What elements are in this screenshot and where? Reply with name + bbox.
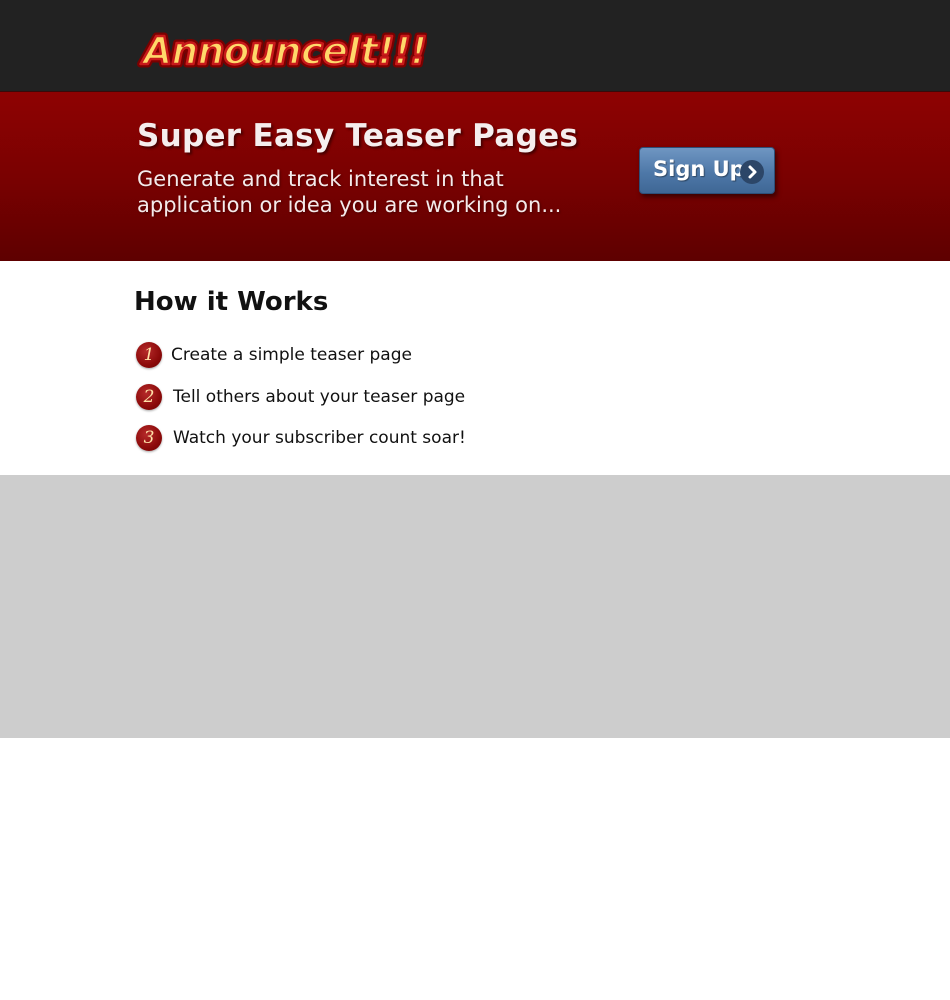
top-bar: AnnounceIt!!! AnnounceIt!!! (0, 0, 950, 92)
step-item: 3 Watch your subscriber count soar! (136, 425, 636, 453)
hero-banner: Super Easy Teaser Pages Generate and tra… (0, 92, 950, 261)
step-item: 2 Tell others about your teaser page (136, 384, 636, 412)
sign-up-button[interactable]: Sign Up (639, 147, 775, 194)
logo-fill: AnnounceIt!!! (140, 29, 426, 72)
sign-up-label: Sign Up (653, 157, 745, 181)
step-item: 1 Create a simple teaser page (136, 342, 636, 370)
how-it-works-section: How it Works 1 Create a simple teaser pa… (0, 261, 950, 475)
logo-wordmark: AnnounceIt!!! AnnounceIt!!! (137, 26, 427, 73)
step-text: Tell others about your teaser page (173, 387, 466, 407)
step-number-badge: 2 (136, 384, 162, 410)
hero-subtitle: Generate and track interest in that appl… (137, 167, 562, 217)
chevron-right-icon (740, 160, 764, 184)
step-text: Create a simple teaser page (171, 345, 412, 365)
footer-band (0, 475, 950, 738)
step-number-badge: 3 (136, 425, 162, 451)
hero-title: Super Easy Teaser Pages (137, 118, 579, 154)
step-number-badge: 1 (136, 342, 162, 368)
how-it-works-title: How it Works (134, 287, 329, 317)
step-text: Watch your subscriber count soar! (173, 428, 466, 448)
announceit-logo[interactable]: AnnounceIt!!! AnnounceIt!!! (137, 24, 427, 73)
